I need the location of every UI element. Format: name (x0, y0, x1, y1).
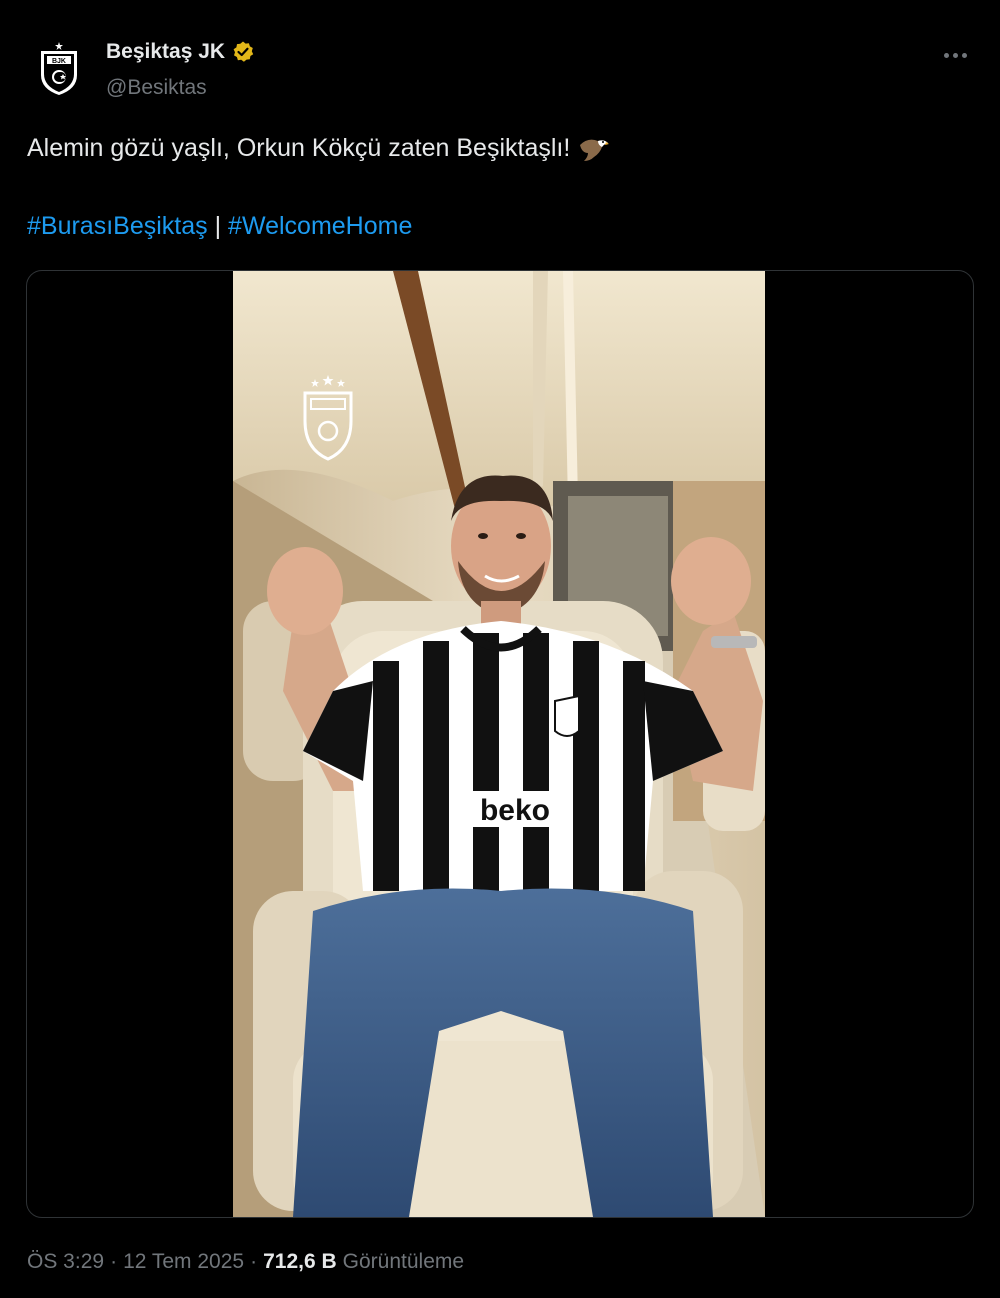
more-dot-icon (952, 52, 958, 58)
views-count: 712,6 B (263, 1250, 337, 1273)
svg-text:BJK: BJK (52, 58, 66, 65)
meta-separator: · (250, 1250, 258, 1273)
besiktas-crest-icon: BJK (41, 42, 77, 95)
video-frame: beko (233, 271, 765, 1217)
account-name-row[interactable]: Beşiktaş JK (106, 40, 255, 64)
video-player[interactable]: beko (233, 271, 765, 1217)
eagle-icon (580, 139, 610, 161)
tweet-date[interactable]: 12 Tem 2025 (123, 1250, 244, 1274)
hashtag-separator: | (214, 212, 222, 240)
hashtag-line: #BurasıBeşiktaş | #WelcomeHome (27, 212, 412, 241)
media-container[interactable]: beko (26, 270, 974, 1218)
tweet-body: Alemin gözü yaşlı, Orkun Kökçü zaten Beş… (27, 134, 571, 162)
display-name[interactable]: Beşiktaş JK (106, 40, 225, 64)
meta-separator: · (110, 1250, 118, 1273)
account-handle[interactable]: @Besiktas (106, 76, 207, 100)
more-options-button[interactable] (940, 40, 970, 70)
verified-badge-icon (233, 41, 254, 62)
views-label: Görüntüleme (342, 1250, 465, 1273)
more-dot-icon (943, 52, 949, 58)
jersey-sponsor: beko (480, 794, 550, 827)
hashtag-link[interactable]: #WelcomeHome (228, 212, 412, 240)
avatar[interactable]: BJK (30, 40, 88, 98)
tweet-time[interactable]: ÖS 3:29 (27, 1250, 104, 1274)
more-dot-icon (961, 52, 967, 58)
tweet-text: Alemin gözü yaşlı, Orkun Kökçü zaten Beş… (27, 134, 610, 163)
tweet-meta: ÖS 3:29 · 12 Tem 2025 · 712,6 B Görüntül… (27, 1250, 464, 1274)
hashtag-link[interactable]: #BurasıBeşiktaş (27, 212, 208, 240)
